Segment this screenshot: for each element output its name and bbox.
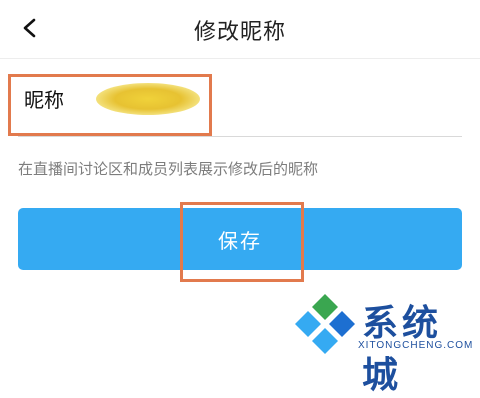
watermark-domain: XITONGCHENG.COM [358,340,474,351]
watermark: 系统城 XITONGCHENG.COM [292,292,480,396]
highlight-box-nickname [8,74,212,136]
nickname-hint: 在直播间讨论区和成员列表展示修改后的昵称 [18,160,319,178]
highlight-box-save [180,202,304,282]
navigation-header: 修改昵称 [0,0,480,59]
diamond-logo-icon [295,294,355,354]
page-title: 修改昵称 [193,20,286,45]
